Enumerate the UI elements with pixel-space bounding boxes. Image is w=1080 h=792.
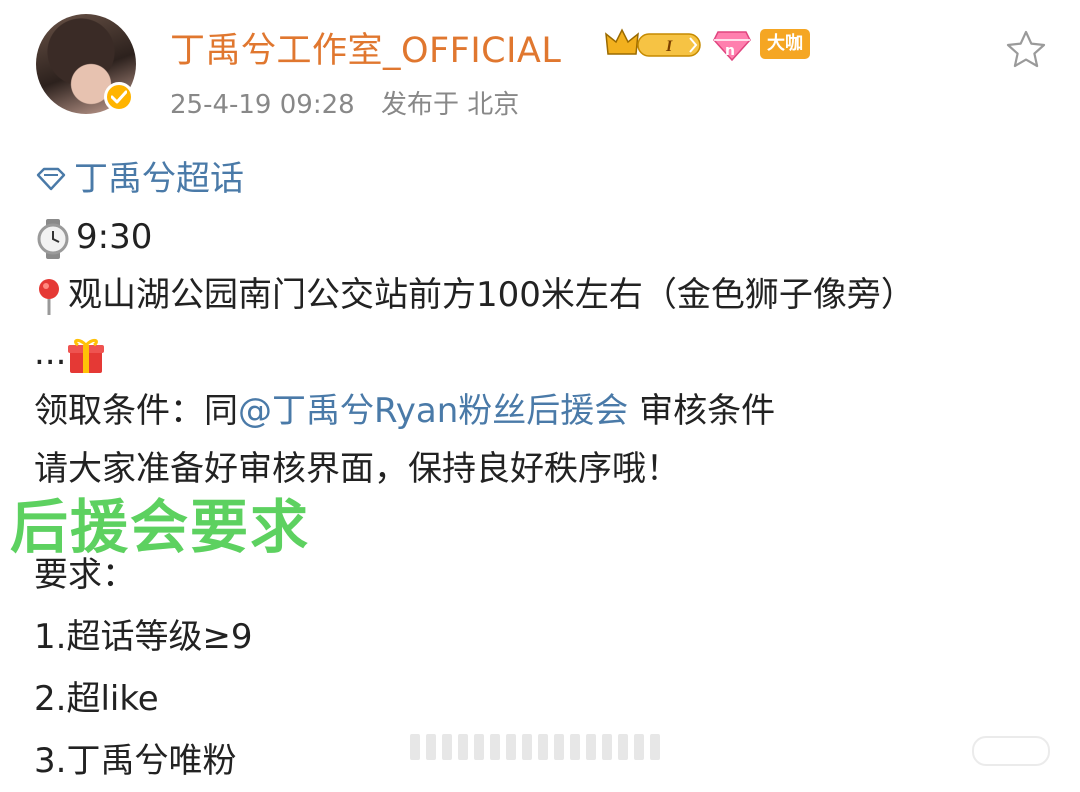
post-location: 发布于 北京 xyxy=(380,90,520,120)
vip-badge: 大咖 xyxy=(760,29,810,59)
gem-badge-icon: n xyxy=(713,31,751,62)
svg-text:I: I xyxy=(665,38,673,55)
condition-prefix: 领取条件：同 xyxy=(34,391,238,431)
super-topic-diamond-icon xyxy=(36,167,66,191)
requirement-item: 2.超like xyxy=(34,679,159,719)
crown-level-badge-icon: I xyxy=(605,28,701,57)
gift-line: ... xyxy=(34,324,1054,382)
verified-check-icon xyxy=(104,82,134,112)
ellipsis-text: ... xyxy=(34,333,67,373)
gift-icon xyxy=(68,338,105,373)
event-time: 9:30 xyxy=(76,217,153,257)
super-topic-link[interactable]: 丁禹兮超话 xyxy=(34,150,1054,208)
post-meta: 25-4-19 09:28 发布于 北京 xyxy=(170,84,519,121)
pin-icon xyxy=(39,278,59,315)
time-line: 9:30 xyxy=(34,208,1054,266)
watch-icon xyxy=(37,218,69,259)
requirements-list: 要求： 1.超话等级≥9 2.超like 3.丁禹兮唯粉 xyxy=(34,544,253,792)
watermark-stripes xyxy=(410,732,680,762)
weibo-post: 丁禹兮工作室_OFFICIAL I n 大咖 25-4-19 09:28 发布于… xyxy=(0,0,1080,781)
mention-link[interactable]: @丁禹兮Ryan粉丝后援会 xyxy=(238,391,628,431)
condition-line: 领取条件：同@丁禹兮Ryan粉丝后援会 审核条件 xyxy=(34,382,1054,440)
requirement-item: 3.丁禹兮唯粉 xyxy=(34,741,237,781)
star-outline-icon[interactable] xyxy=(1004,28,1048,72)
username[interactable]: 丁禹兮工作室_OFFICIAL xyxy=(170,22,561,73)
condition-suffix: 审核条件 xyxy=(628,391,776,431)
requirement-item: 1.超话等级≥9 xyxy=(34,617,253,657)
location-line: 观山湖公园南门公交站前方100米左右（金色狮子像旁） xyxy=(34,266,1054,324)
post-content: 丁禹兮超话 9:30 观山湖公园南门公交站前方100米左右（金色狮子像旁） ..… xyxy=(34,150,1054,498)
super-topic-label: 丁禹兮超话 xyxy=(74,159,244,199)
event-location: 观山湖公园南门公交站前方100米左右（金色狮子像旁） xyxy=(68,275,915,315)
watermark-logo xyxy=(972,736,1050,766)
svg-text:n: n xyxy=(725,43,735,59)
avatar-container[interactable] xyxy=(36,14,136,114)
user-badges: I n 大咖 xyxy=(604,26,810,62)
post-timestamp: 25-4-19 09:28 xyxy=(170,90,355,120)
requirements-title: 要求： xyxy=(34,555,136,595)
